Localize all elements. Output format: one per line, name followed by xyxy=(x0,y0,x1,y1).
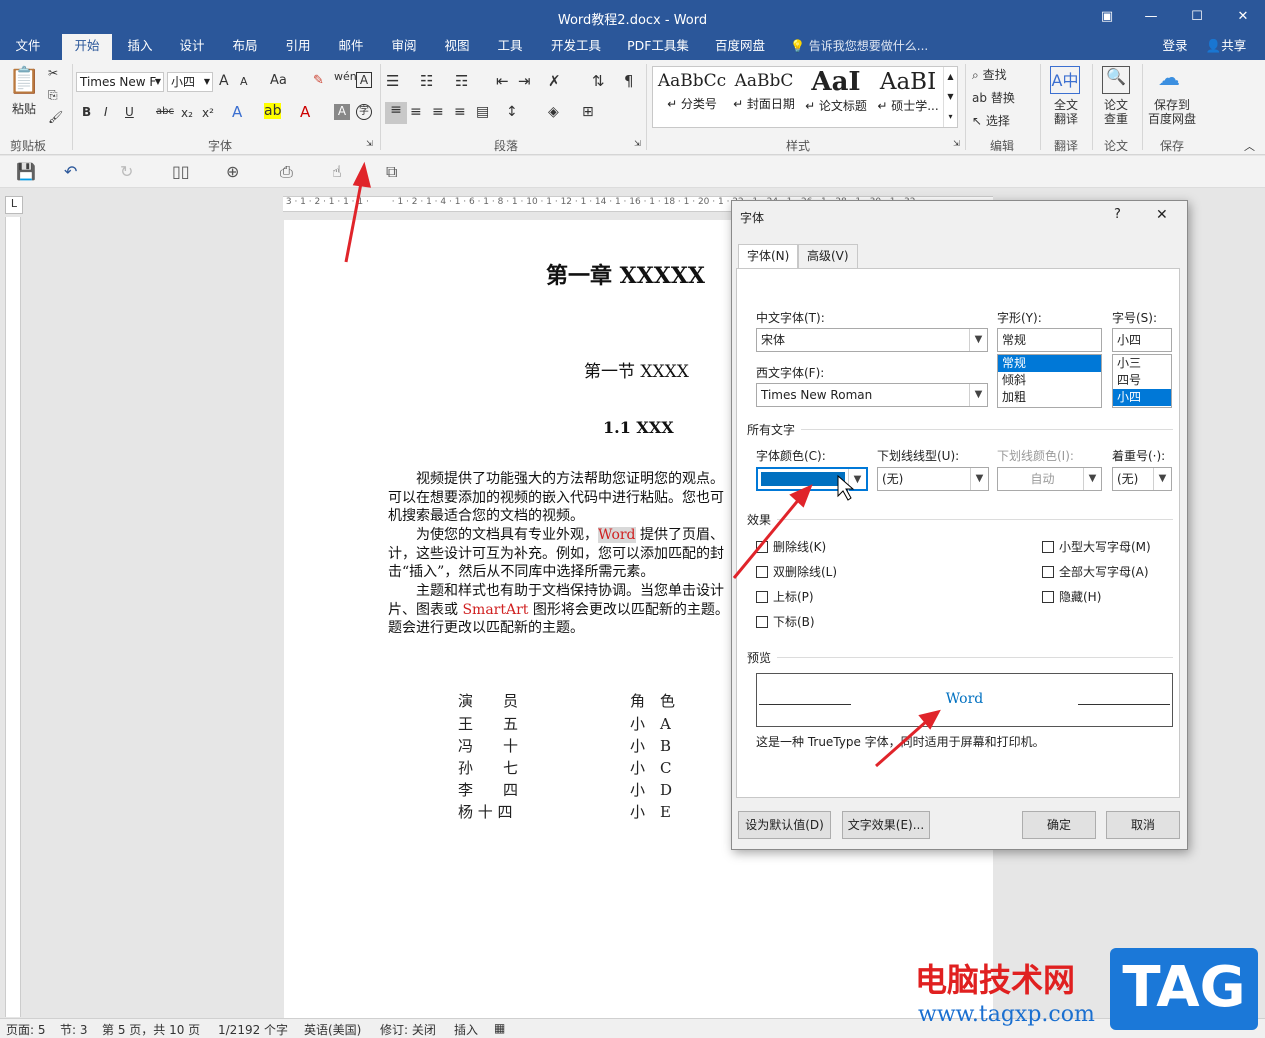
arrow-to-font-launcher xyxy=(344,177,364,263)
mouse-cursor-icon xyxy=(837,474,855,501)
arrow-to-color-picker xyxy=(732,497,802,579)
watermark-site-name: 电脑技术网 xyxy=(915,961,1076,999)
watermark-url: www.tagxp.com xyxy=(918,1002,1095,1027)
annotation-arrows xyxy=(344,161,941,768)
arrow-to-preview xyxy=(875,718,929,768)
arrowhead xyxy=(352,161,371,188)
watermark-tag-logo: TAG xyxy=(1110,948,1258,1030)
